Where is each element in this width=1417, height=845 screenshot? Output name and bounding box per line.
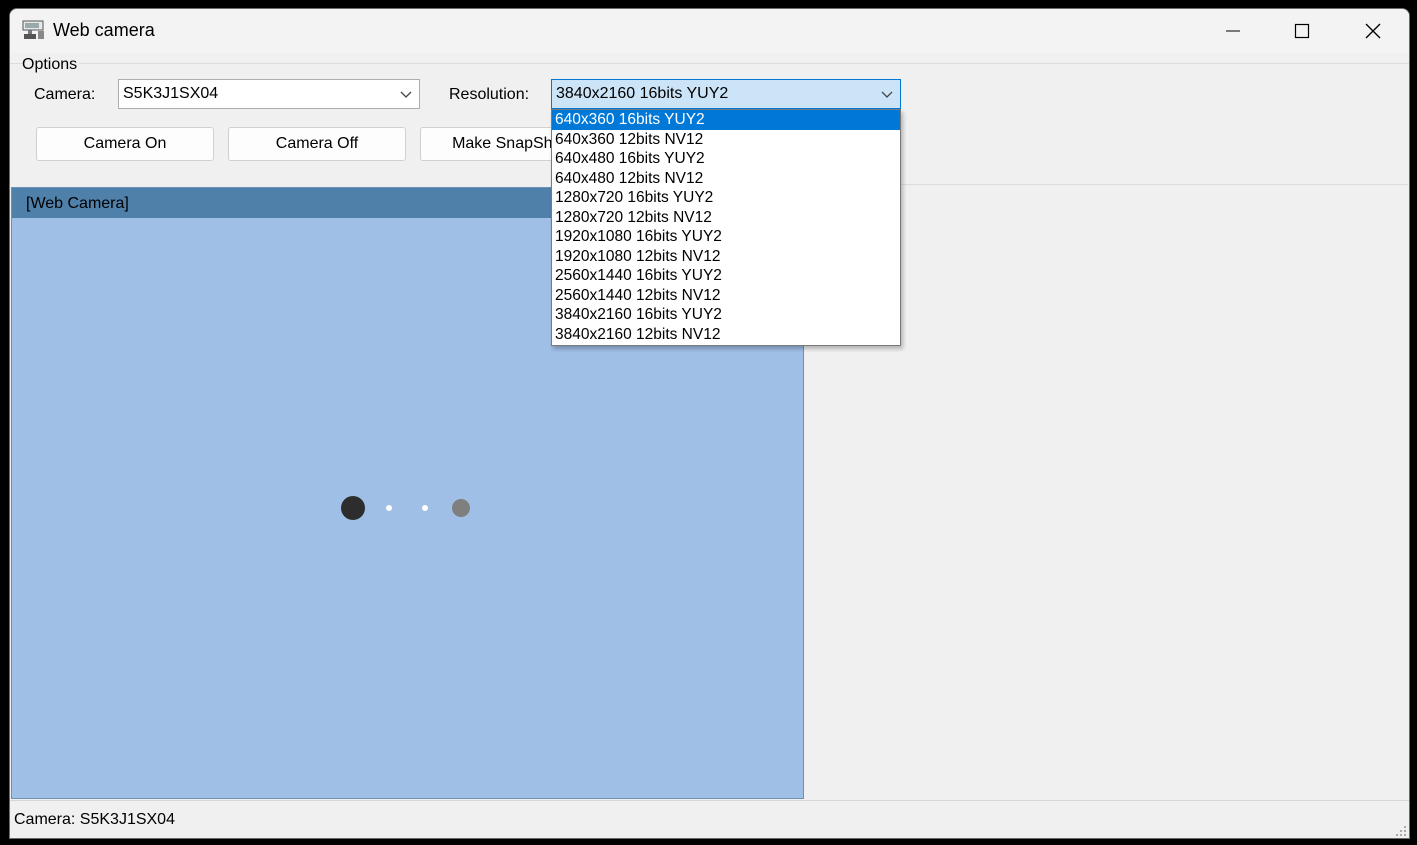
resolution-option[interactable]: 640x480 16bits YUY2 xyxy=(552,149,900,169)
camera-select-value: S5K3J1SX04 xyxy=(123,85,219,102)
close-icon xyxy=(1365,23,1381,39)
chevron-down-icon xyxy=(400,91,412,98)
resolution-option[interactable]: 3840x2160 16bits YUY2 xyxy=(552,305,900,325)
loading-dot-small-icon xyxy=(422,505,428,511)
resolution-option[interactable]: 1280x720 16bits YUY2 xyxy=(552,188,900,208)
resolution-option[interactable]: 640x480 12bits NV12 xyxy=(552,169,900,189)
resolution-option[interactable]: 1920x1080 16bits YUY2 xyxy=(552,227,900,247)
minimize-icon xyxy=(1226,30,1240,32)
loading-dot-large-icon xyxy=(341,496,365,520)
camera-select[interactable]: S5K3J1SX04 xyxy=(118,79,420,109)
resolution-option[interactable]: 1280x720 12bits NV12 xyxy=(552,208,900,228)
loading-dot-small-icon xyxy=(386,505,392,511)
maximize-button[interactable] xyxy=(1267,9,1337,53)
resolution-select-value: 3840x2160 16bits YUY2 xyxy=(556,85,729,102)
resolution-option[interactable]: 3840x2160 12bits NV12 xyxy=(552,325,900,345)
resolution-label: Resolution: xyxy=(449,86,530,103)
resolution-option[interactable]: 1920x1080 12bits NV12 xyxy=(552,247,900,267)
app-window: Web camera Options Camera: S5K3J1SX04 Re… xyxy=(9,8,1410,839)
minimize-button[interactable] xyxy=(1198,9,1268,53)
maximize-icon xyxy=(1294,23,1310,39)
camera-off-button[interactable]: Camera Off xyxy=(228,127,406,161)
resolution-option[interactable]: 2560x1440 12bits NV12 xyxy=(552,286,900,306)
options-group-label: Options xyxy=(22,56,80,74)
resolution-option[interactable]: 2560x1440 16bits YUY2 xyxy=(552,266,900,286)
resolution-option[interactable]: 640x360 12bits NV12 xyxy=(552,130,900,150)
chevron-down-icon xyxy=(881,91,893,98)
options-group-border xyxy=(10,63,1409,64)
status-bar: Camera: S5K3J1SX04 xyxy=(10,800,1409,838)
resolution-select[interactable]: 3840x2160 16bits YUY2 xyxy=(551,79,901,109)
loading-dot-medium-icon xyxy=(452,499,470,517)
resize-grip-icon[interactable] xyxy=(1393,823,1407,837)
window-title: Web camera xyxy=(53,20,155,40)
resolution-option[interactable]: 640x360 16bits YUY2 xyxy=(552,110,900,130)
webcam-app-icon xyxy=(22,20,44,39)
status-text: Camera: S5K3J1SX04 xyxy=(14,811,175,828)
close-button[interactable] xyxy=(1338,9,1408,53)
preview-header-label: [Web Camera] xyxy=(26,195,129,212)
camera-label: Camera: xyxy=(34,86,96,103)
title-bar[interactable]: Web camera xyxy=(10,9,1409,53)
camera-on-button[interactable]: Camera On xyxy=(36,127,214,161)
resolution-dropdown-list[interactable]: 640x360 16bits YUY2 640x360 12bits NV12 … xyxy=(551,109,901,346)
